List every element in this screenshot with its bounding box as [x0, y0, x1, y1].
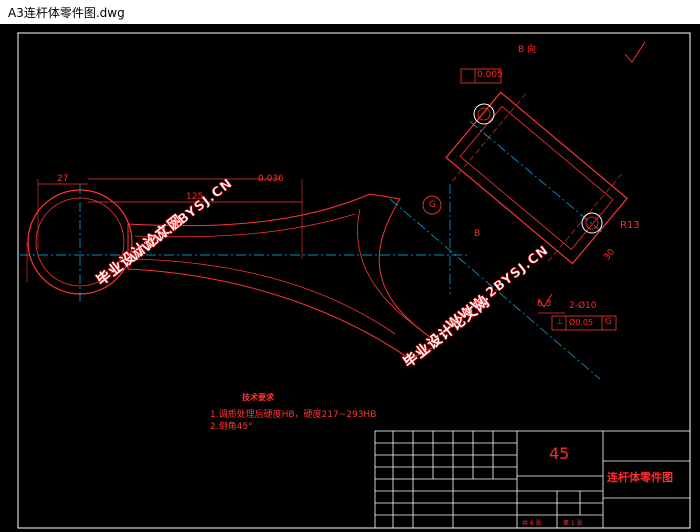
perp-symbol: ⊥ — [556, 317, 564, 327]
shank-rib — [357, 208, 421, 330]
cad-drawing-canvas[interactable]: 27 125 0.036 B 向 0.005 6.3 2-Ø10 ⊥ Ø0.05… — [0, 24, 700, 532]
title-block-sheet-no: 第 1 张 — [563, 520, 583, 527]
dim-0036: 0.036 — [258, 174, 284, 184]
title-block-sheets-total: 共 6 张 — [522, 520, 542, 527]
dim-r13: R13 — [620, 220, 640, 231]
hole-callout: 2-Ø10 — [569, 301, 597, 311]
bolt-hole-top-inner — [477, 107, 491, 121]
window-title-bar: A3连杆体零件图.dwg — [0, 0, 700, 25]
drawing-border — [17, 32, 691, 529]
bolt-hole-bottom — [581, 212, 603, 234]
shank-inner-bottom — [134, 258, 396, 335]
section-label-b: B — [474, 229, 481, 239]
perp-datum: G — [605, 317, 612, 327]
title-block-part-name: 连杆体零件图 — [607, 471, 673, 484]
tech-req-title: 技术要求 — [242, 393, 274, 402]
perp-tolerance: Ø0.05 — [569, 318, 594, 327]
bolt-hole-bottom-inner — [585, 216, 599, 230]
roughness-symbol — [624, 41, 646, 63]
tech-req-line-2: 2.倒角45° — [210, 422, 253, 432]
bolt-hole-top — [473, 103, 495, 125]
window-title: A3连杆体零件图.dwg — [8, 6, 125, 20]
view-label-b: B 向 — [518, 45, 537, 55]
roughness-6-3: 6.3 — [537, 299, 552, 309]
title-block-material: 45 — [549, 444, 570, 463]
datum-g-circle-label: G — [429, 200, 436, 210]
dim-27: 27 — [57, 174, 69, 184]
flatness-value: 0.005 — [477, 70, 503, 80]
